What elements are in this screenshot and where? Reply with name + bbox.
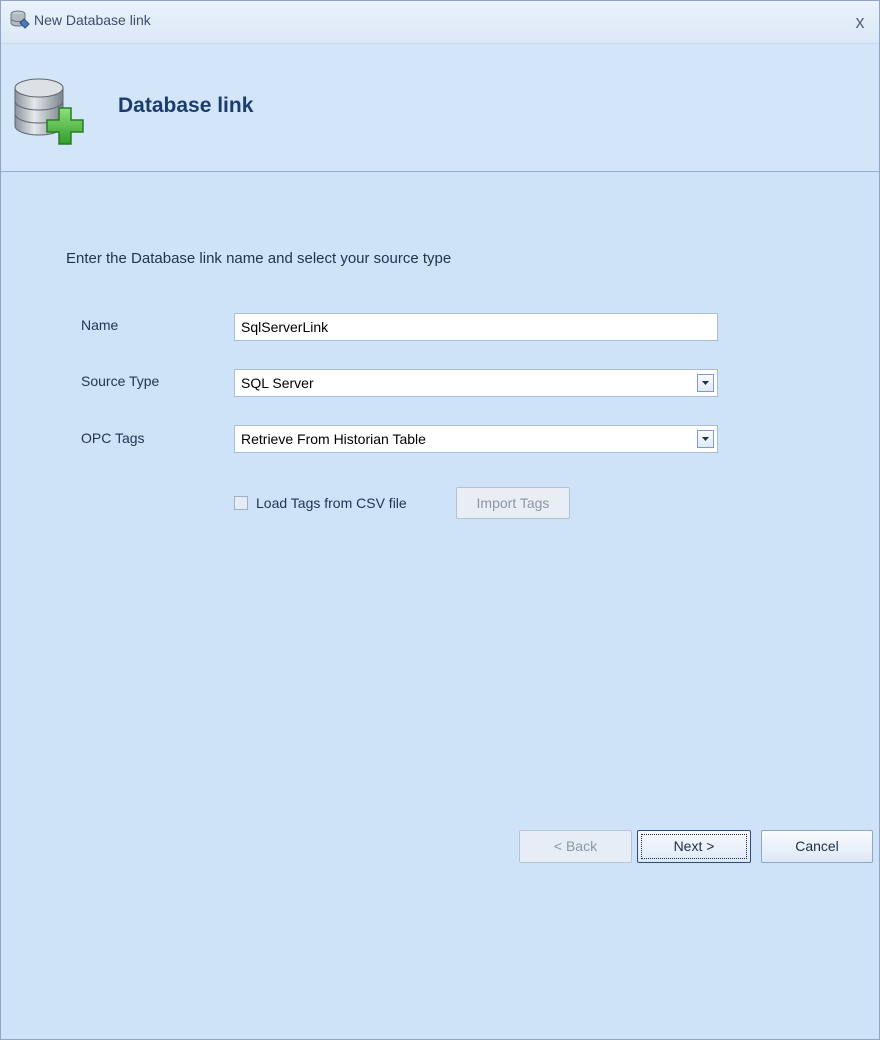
- next-button-label: Next >: [641, 834, 747, 859]
- opc-tags-value: Retrieve From Historian Table: [241, 431, 426, 447]
- opc-tags-select[interactable]: Retrieve From Historian Table: [234, 425, 718, 453]
- source-type-label: Source Type: [81, 373, 160, 389]
- source-type-select[interactable]: SQL Server: [234, 369, 718, 397]
- back-button[interactable]: < Back: [519, 830, 632, 863]
- cancel-button[interactable]: Cancel: [761, 830, 873, 863]
- opc-tags-label: OPC Tags: [81, 430, 145, 446]
- title-bar[interactable]: New Database link x: [1, 1, 879, 44]
- source-type-dropdown-button[interactable]: [697, 374, 714, 392]
- new-database-link-dialog: New Database link x Database link Enter …: [0, 0, 880, 1040]
- chevron-down-icon: [702, 381, 709, 385]
- import-tags-button[interactable]: Import Tags: [456, 487, 570, 519]
- load-csv-checkbox[interactable]: [234, 496, 248, 510]
- load-csv-label[interactable]: Load Tags from CSV file: [256, 495, 407, 511]
- close-button[interactable]: x: [847, 11, 873, 33]
- chevron-down-icon: [702, 437, 709, 441]
- next-button[interactable]: Next >: [637, 830, 751, 863]
- name-label: Name: [81, 317, 119, 333]
- opc-tags-dropdown-button[interactable]: [697, 430, 714, 448]
- database-link-icon: [10, 10, 30, 29]
- dialog-header: Database link: [1, 44, 879, 172]
- instruction-text: Enter the Database link name and select …: [66, 250, 452, 267]
- header-title: Database link: [118, 94, 254, 117]
- source-type-value: SQL Server: [241, 375, 314, 391]
- name-input[interactable]: SqlServerLink: [234, 313, 718, 341]
- window-title: New Database link: [34, 12, 151, 28]
- database-add-icon: [14, 78, 84, 145]
